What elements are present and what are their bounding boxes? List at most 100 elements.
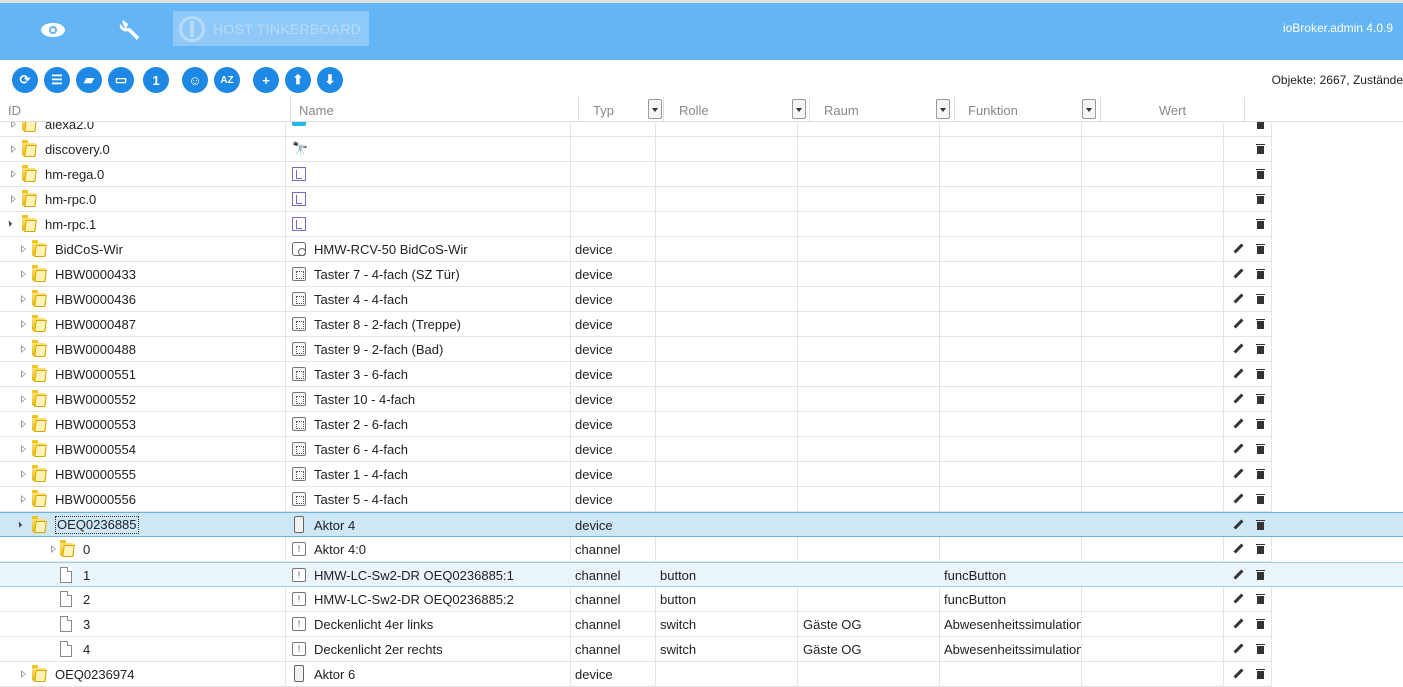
delete-icon[interactable] [1254,193,1266,205]
column-header-raum[interactable]: Raum [810,97,955,122]
object-id[interactable]: HBW0000433 [55,262,136,287]
tree-row[interactable]: hm-rpc.0 [0,187,1271,212]
object-id[interactable]: 4 [83,637,90,662]
delete-icon[interactable] [1254,122,1266,130]
host-selector-button[interactable]: HOST TINKERBOARD [173,11,369,46]
tree-row[interactable]: 3! Deckenlicht 4er links channel switch Gäst… [0,612,1271,637]
tree-row[interactable]: HBW0000488 Taster 9 - 2-fach (Bad) device [0,337,1271,362]
column-header-id[interactable]: ID [0,97,291,122]
object-id[interactable]: discovery.0 [45,137,110,162]
object-id[interactable]: 0 [83,537,90,562]
edit-icon[interactable] [1232,443,1244,455]
delete-icon[interactable] [1254,443,1266,455]
edit-icon[interactable] [1232,468,1244,480]
expand-triangle-icon[interactable] [21,420,27,428]
object-id[interactable]: HBW0000488 [55,337,136,362]
raum-filter-dropdown[interactable] [936,99,950,119]
delete-icon[interactable] [1254,393,1266,405]
sort-az-button[interactable]: AZ [214,67,240,93]
column-header-rolle[interactable]: Rolle [664,97,810,122]
delete-icon[interactable] [1254,243,1266,255]
delete-icon[interactable] [1254,493,1266,505]
edit-icon[interactable] [1232,643,1244,655]
object-id[interactable]: BidCoS-Wir [55,237,123,262]
funktion-filter-dropdown[interactable] [1082,99,1096,119]
object-id[interactable]: hm-rpc.1 [45,212,96,237]
delete-icon[interactable] [1254,668,1266,680]
object-id[interactable]: 1 [83,563,90,588]
tree-row[interactable]: HBW0000553 Taster 2 - 6-fach device [0,412,1271,437]
expand-triangle-icon[interactable] [21,670,27,678]
delete-icon[interactable] [1254,143,1266,155]
expand-triangle-icon[interactable] [21,270,27,278]
delete-icon[interactable] [1254,519,1266,531]
column-header-name[interactable]: Name [291,97,579,122]
eye-icon[interactable] [38,15,68,45]
list-view-button[interactable]: ☰ [44,67,70,93]
object-id[interactable]: HBW0000555 [55,462,136,487]
edit-icon[interactable] [1232,618,1244,630]
delete-icon[interactable] [1254,368,1266,380]
edit-icon[interactable] [1232,293,1244,305]
tree-row[interactable]: hm-rega.0 [0,162,1271,187]
object-id[interactable]: HBW0000436 [55,287,136,312]
typ-filter-dropdown[interactable] [648,99,662,119]
tree-row[interactable]: OEQ0236974 Aktor 6 device [0,662,1271,687]
number-one-button[interactable]: 1 [143,67,169,93]
tree-row[interactable]: hm-rpc.1 [0,212,1271,237]
edit-icon[interactable] [1232,593,1244,605]
expand-triangle-icon[interactable] [21,395,27,403]
column-header-funktion[interactable]: Funktion [955,97,1101,122]
edit-icon[interactable] [1232,268,1244,280]
tree-row[interactable]: HBW0000556 Taster 5 - 4-fach device [0,487,1271,512]
expand-triangle-icon[interactable] [21,470,27,478]
tree-row[interactable]: 4! Deckenlicht 2er rechts channel switch Gäs… [0,637,1271,662]
object-id[interactable]: HBW0000556 [55,487,136,512]
delete-icon[interactable] [1254,618,1266,630]
collapse-triangle-icon[interactable] [5,220,13,227]
object-id[interactable]: hm-rpc.0 [45,187,96,212]
edit-icon[interactable] [1232,569,1244,581]
expand-triangle-icon[interactable] [51,545,57,553]
delete-icon[interactable] [1254,268,1266,280]
folder-open-button[interactable]: ▭ [108,67,134,93]
edit-icon[interactable] [1232,318,1244,330]
expand-triangle-icon[interactable] [11,170,17,178]
delete-icon[interactable] [1254,593,1266,605]
tree-row[interactable]: HBW0000551 Taster 3 - 6-fach device [0,362,1271,387]
tree-row[interactable]: HBW0000436 Taster 4 - 4-fach device [0,287,1271,312]
edit-icon[interactable] [1232,343,1244,355]
expand-triangle-icon[interactable] [21,445,27,453]
delete-icon[interactable] [1254,293,1266,305]
delete-icon[interactable] [1254,468,1266,480]
tree-row[interactable]: HBW0000552 Taster 10 - 4-fach device [0,387,1271,412]
tree-row[interactable]: 1! HMW-LC-Sw2-DR OEQ0236885:1 channel butto… [0,562,1403,587]
expand-triangle-icon[interactable] [21,345,27,353]
edit-icon[interactable] [1232,243,1244,255]
folder-closed-button[interactable]: ▰ [76,67,102,93]
delete-icon[interactable] [1254,569,1266,581]
tree-row[interactable]: 2! HMW-LC-Sw2-DR OEQ0236885:2 channel butto… [0,587,1271,612]
expand-triangle-icon[interactable] [21,295,27,303]
column-header-wert[interactable]: Wert [1101,97,1245,122]
tree-row[interactable]: OEQ0236885 Aktor 4 device [0,512,1403,537]
expand-triangle-icon[interactable] [21,320,27,328]
download-button[interactable]: ⬇ [317,67,343,93]
object-id[interactable]: OEQ0236885 [55,516,139,534]
expand-triangle-icon[interactable] [21,495,27,503]
collapse-triangle-icon[interactable] [15,521,23,528]
tree-row[interactable]: 0! Aktor 4:0 channel [0,537,1271,562]
tree-row[interactable]: discovery.0 🔭 [0,137,1271,162]
rolle-filter-dropdown[interactable] [792,99,806,119]
delete-icon[interactable] [1254,318,1266,330]
object-id[interactable]: OEQ0236974 [55,662,135,687]
edit-icon[interactable] [1232,418,1244,430]
tree-row[interactable]: HBW0000487 Taster 8 - 2-fach (Treppe) devi… [0,312,1271,337]
upload-button[interactable]: ⬆ [285,67,311,93]
object-id[interactable]: HBW0000551 [55,362,136,387]
expand-triangle-icon[interactable] [21,370,27,378]
object-id[interactable]: alexa2.0 [45,122,94,137]
user-settings-button[interactable]: ☺ [182,67,208,93]
edit-icon[interactable] [1232,519,1244,531]
edit-icon[interactable] [1232,393,1244,405]
